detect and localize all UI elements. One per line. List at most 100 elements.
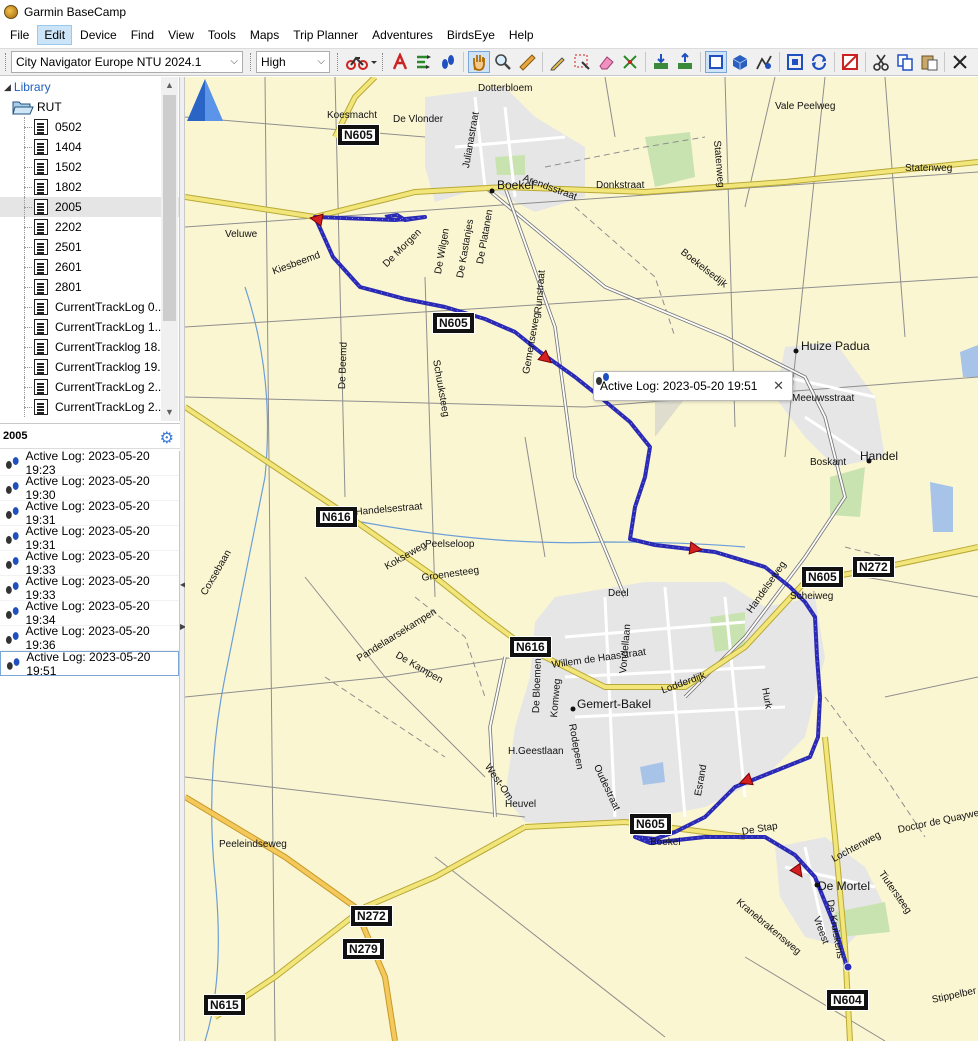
library-header[interactable]: ◢ Library (0, 77, 179, 97)
menu-edit[interactable]: Edit (37, 25, 73, 45)
menu-maps[interactable]: Maps (244, 26, 285, 44)
basecamp-app-icon (4, 5, 18, 19)
toolbar-grip[interactable] (337, 53, 340, 71)
road-label: Boekel (650, 837, 681, 848)
2d-map-view-icon[interactable] (705, 51, 727, 73)
paste-icon[interactable] (918, 51, 940, 73)
receive-from-device-icon[interactable] (650, 51, 672, 73)
sync-icon[interactable] (808, 51, 830, 73)
cut-icon[interactable] (870, 51, 892, 73)
track-row[interactable]: Active Log: 2023-05-20 19:31 (0, 499, 179, 527)
edit-tool-icon[interactable] (547, 51, 569, 73)
menu-trip-planner[interactable]: Trip Planner (287, 26, 364, 44)
zoom-tool-icon[interactable] (492, 51, 514, 73)
hide-selected-icon[interactable] (839, 51, 861, 73)
toolbar: City Navigator Europe NTU 2024.1 ⌵ High … (0, 48, 978, 76)
tree-item[interactable]: CurrentTrackLog 2... (0, 377, 179, 397)
menu-bar: File Edit Device Find View Tools Maps Tr… (0, 24, 978, 46)
new-route-icon[interactable] (389, 51, 411, 73)
north-arrow-icon[interactable] (185, 77, 225, 123)
library-label: Library (13, 80, 51, 94)
activity-profile-button[interactable] (344, 51, 378, 73)
gear-icon[interactable]: ⚙ (160, 428, 174, 448)
town-label: Huize Padua (801, 339, 870, 353)
track-callout[interactable]: Active Log: 2023-05-20 19:51 ✕ (593, 371, 793, 401)
library-scrollbar[interactable]: ▲ ▼ (161, 77, 178, 421)
road-label: Heuvel (505, 799, 537, 810)
tree-item-label: 2202 (55, 220, 82, 234)
tree-item[interactable]: 1502 (0, 157, 179, 177)
tree-item[interactable]: CurrentTrackLog 0... (0, 297, 179, 317)
road-label: Dotterbloem (478, 83, 533, 94)
map-view[interactable]: N605 N605 N616 N605 N272 N616 N272 N279 … (185, 77, 978, 1041)
footprint-icon[interactable] (437, 51, 459, 73)
delete-icon[interactable] (949, 51, 971, 73)
road-label: Statenweg (905, 163, 953, 174)
3d-view-icon[interactable] (729, 51, 751, 73)
select-points-icon[interactable] (571, 51, 593, 73)
eraser-tool-icon[interactable] (595, 51, 617, 73)
track-footprint-icon (5, 632, 19, 644)
road-label: De Beemd (337, 341, 350, 390)
track-label: Active Log: 2023-05-20 19:33 (25, 549, 150, 577)
track-row[interactable]: Active Log: 2023-05-20 19:33 (0, 574, 179, 602)
scroll-down-icon[interactable]: ▼ (161, 404, 178, 421)
track-row[interactable]: Active Log: 2023-05-20 19:31 (0, 524, 179, 552)
send-to-device-icon[interactable] (674, 51, 696, 73)
track-row[interactable]: Active Log: 2023-05-20 19:36 (0, 624, 179, 652)
copy-icon[interactable] (894, 51, 916, 73)
tree-item[interactable]: CurrentTrackLog 2... (0, 397, 179, 417)
map-product-select[interactable]: City Navigator Europe NTU 2024.1 ⌵ (11, 51, 243, 73)
menu-device[interactable]: Device (74, 26, 123, 44)
measure-tool-icon[interactable] (516, 51, 538, 73)
menu-view[interactable]: View (162, 26, 200, 44)
track-row-selected[interactable]: Active Log: 2023-05-20 19:51 (0, 649, 179, 678)
menu-birdseye[interactable]: BirdsEye (441, 26, 501, 44)
divide-tool-icon[interactable] (619, 51, 641, 73)
profile-view-icon[interactable] (753, 51, 775, 73)
track-row[interactable]: Active Log: 2023-05-20 19:34 (0, 599, 179, 627)
new-track-icon[interactable] (413, 51, 435, 73)
town-label: Gemert-Bakel (577, 697, 652, 711)
track-label: Active Log: 2023-05-20 19:51 (26, 649, 151, 678)
tree-item-selected[interactable]: 2005 (0, 197, 179, 217)
tree-item[interactable]: CurrentTrackLog 1... (0, 317, 179, 337)
track-row[interactable]: Active Log: 2023-05-20 19:30 (0, 474, 179, 502)
town-dot (489, 188, 495, 194)
tree-item[interactable]: 2202 (0, 217, 179, 237)
tree-item[interactable]: 2501 (0, 237, 179, 257)
tree-item-label: CurrentTrackLog 2... (55, 380, 165, 394)
tree-item[interactable]: 2601 (0, 257, 179, 277)
track-footprint-icon (5, 532, 19, 544)
fit-to-window-icon[interactable] (784, 51, 806, 73)
hand-tool-icon[interactable] (468, 51, 490, 73)
menu-tools[interactable]: Tools (202, 26, 242, 44)
town-label: De Mortel (818, 879, 871, 893)
tree-folder-rut[interactable]: RUT (0, 97, 179, 117)
track-row[interactable]: Active Log: 2023-05-20 19:33 (0, 549, 179, 577)
track-label: Active Log: 2023-05-20 19:31 (25, 499, 150, 527)
track-row[interactable]: Active Log: 2023-05-20 19:23 (0, 449, 179, 477)
collapse-icon[interactable]: ◢ (4, 82, 11, 93)
detail-level-value: High (261, 55, 286, 69)
toolbar-grip[interactable] (250, 53, 253, 71)
toolbar-grip[interactable] (382, 53, 385, 71)
menu-find[interactable]: Find (125, 26, 160, 44)
menu-help[interactable]: Help (503, 26, 540, 44)
tree-item[interactable]: 2801 (0, 277, 179, 297)
road-label: Boskant (810, 457, 847, 468)
scroll-up-icon[interactable]: ▲ (161, 77, 178, 94)
menu-file[interactable]: File (4, 26, 35, 44)
tree-item[interactable]: 1404 (0, 137, 179, 157)
menu-adventures[interactable]: Adventures (366, 26, 439, 44)
tree-item[interactable]: 1802 (0, 177, 179, 197)
road-shield: N604 (826, 989, 869, 1011)
close-icon[interactable]: ✕ (773, 378, 784, 394)
scroll-thumb[interactable] (163, 95, 176, 321)
road-shield: N605 (801, 566, 844, 588)
toolbar-grip[interactable] (5, 53, 8, 71)
tree-item[interactable]: 0502 (0, 117, 179, 137)
detail-level-select[interactable]: High ⌵ (256, 51, 330, 73)
tree-item[interactable]: CurrentTracklog 18... (0, 337, 179, 357)
tree-item[interactable]: CurrentTracklog 19... (0, 357, 179, 377)
